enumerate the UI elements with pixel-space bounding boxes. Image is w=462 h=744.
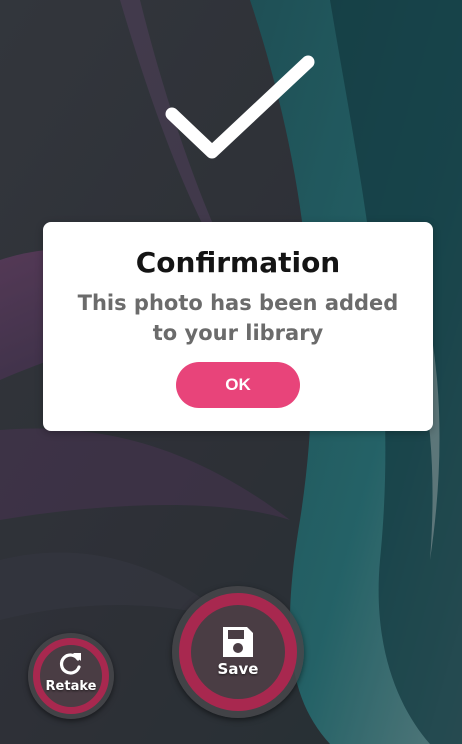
save-button[interactable]: Save [172,586,304,718]
floppy-disk-icon [223,627,253,657]
save-label: Save [217,660,259,678]
photo-confirmation-screen: Confirmation This photo has been added t… [0,0,462,744]
retake-button[interactable]: Retake [28,633,114,719]
confirmation-dialog: Confirmation This photo has been added t… [43,222,433,431]
ok-button[interactable]: OK [176,362,300,408]
checkmark-icon [165,55,315,159]
dialog-message: This photo has been added to your librar… [77,291,399,345]
retake-label: Retake [45,679,97,694]
refresh-icon [59,653,81,675]
dialog-title: Confirmation [135,246,341,279]
